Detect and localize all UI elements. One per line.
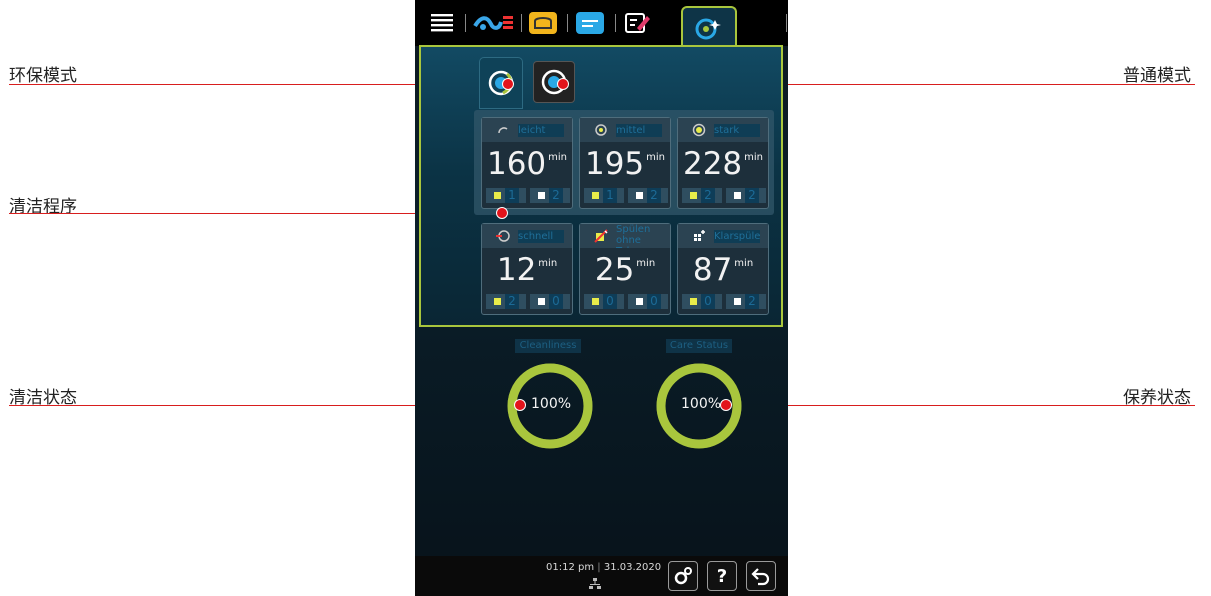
duration-unit: min: [734, 258, 754, 269]
callout-dot-programs: [496, 207, 508, 219]
eco-mode-button[interactable]: [479, 57, 523, 109]
settings-icon: [674, 567, 692, 585]
bread-icon[interactable]: [528, 11, 558, 35]
tab-count: 1: [505, 188, 519, 203]
date: 31.03.2020: [603, 562, 662, 573]
help-button[interactable]: ?: [707, 561, 737, 591]
rinse-without-tabs-icon: [594, 229, 608, 243]
top-navigation-bar: [415, 0, 788, 54]
program-name: schnell: [518, 230, 564, 243]
tab-icon: [690, 298, 697, 305]
callout-dot-normal: [557, 78, 569, 90]
duration-unit: min: [548, 152, 568, 163]
care-count: 0: [647, 294, 661, 309]
tab-count: 0: [603, 294, 617, 309]
back-icon: [751, 568, 770, 586]
settings-button[interactable]: [668, 561, 698, 591]
callout-dot-eco: [502, 78, 514, 90]
tab-icon: [592, 192, 599, 199]
bottom-status-bar: 01:12 pm | 31.03.2020 ?: [415, 556, 788, 596]
edit-icon[interactable]: [623, 11, 653, 35]
callout-line-care: [726, 405, 1195, 406]
intensity-strong-icon: [692, 123, 706, 137]
callout-dot-care: [720, 399, 732, 411]
back-button[interactable]: [746, 561, 776, 591]
care-count: 2: [549, 188, 563, 203]
separator: [567, 14, 568, 32]
menu-icon[interactable]: [430, 11, 454, 35]
duration-unit: min: [744, 152, 764, 163]
separator: [521, 14, 522, 32]
tab-icon: [494, 298, 501, 305]
care-tab-icon: [538, 192, 545, 199]
program-duration: 12: [496, 252, 537, 288]
separator: [615, 14, 616, 32]
cleanliness-value: 100%: [531, 396, 572, 412]
care-count: 0: [549, 294, 563, 309]
tab-count: 2: [505, 294, 519, 309]
help-icon: ?: [716, 565, 728, 587]
clock-time: 01:12 pm: [546, 562, 595, 573]
datetime: 01:12 pm | 31.03.2020: [546, 562, 662, 573]
care-tab-icon: [636, 192, 643, 199]
program-name: Klarspülen: [714, 230, 760, 243]
program-name: mittel: [616, 124, 662, 137]
device-screen: leicht 160 min 1 2 mittel 195 min 1 2 star…: [415, 0, 788, 596]
tab-icon: [690, 192, 697, 199]
program-duration: 195: [584, 146, 645, 182]
callout-dot-cleanliness: [514, 399, 526, 411]
care-status-label: Care Status: [666, 339, 732, 353]
care-count: 2: [647, 188, 661, 203]
care-status-value: 100%: [681, 396, 722, 412]
program-name: stark: [714, 124, 760, 137]
tab-count: 0: [701, 294, 715, 309]
program-duration: 87: [692, 252, 733, 288]
tab-count: 2: [701, 188, 715, 203]
program-card-mittel[interactable]: mittel 195 min 1 2: [579, 117, 671, 209]
care-cleaning-icon: [695, 16, 721, 46]
cleanliness-label: Cleanliness: [515, 339, 581, 353]
duration-unit: min: [646, 152, 666, 163]
rinse-aid-icon: [694, 230, 705, 241]
callout-eco-mode: 环保模式: [9, 66, 77, 86]
fast-program-icon: [496, 230, 510, 242]
care-tab-icon: [734, 298, 741, 305]
program-card-stark[interactable]: stark 228 min 2 2: [677, 117, 769, 209]
separator: [786, 14, 787, 32]
program-card-spuelen-ohne-tabs[interactable]: Spülen ohne Tabs 25min 0 0: [579, 223, 671, 315]
program-card-leicht[interactable]: leicht 160 min 1 2: [481, 117, 573, 209]
duration-unit: min: [636, 258, 656, 269]
program-name: Spülen ohne Tabs: [616, 224, 651, 248]
notes-icon[interactable]: [575, 11, 605, 35]
program-duration: 25: [594, 252, 635, 288]
tab-count: 1: [603, 188, 617, 203]
care-count: 2: [745, 188, 759, 203]
intensity-light-icon: [498, 127, 508, 134]
care-count: 2: [745, 294, 759, 309]
care-tab-icon: [636, 298, 643, 305]
separator: [465, 14, 466, 32]
intensity-medium-icon: [595, 124, 607, 136]
care-tab-icon: [734, 192, 741, 199]
program-card-klarspuelen[interactable]: Klarspülen 87min 0 2: [677, 223, 769, 315]
care-tab-icon: [538, 298, 545, 305]
network-icon: [589, 578, 601, 589]
program-duration: 160: [486, 146, 547, 182]
tab-icon: [592, 298, 599, 305]
program-card-schnell[interactable]: schnell 12 min 2 0: [481, 223, 573, 315]
tab-icon: [494, 192, 501, 199]
callout-normal-mode: 普通模式: [1123, 66, 1191, 86]
program-name: leicht: [518, 124, 564, 137]
program-duration: 228: [682, 146, 743, 182]
cooking-paths-icon[interactable]: [472, 11, 516, 35]
duration-unit: min: [538, 258, 558, 269]
